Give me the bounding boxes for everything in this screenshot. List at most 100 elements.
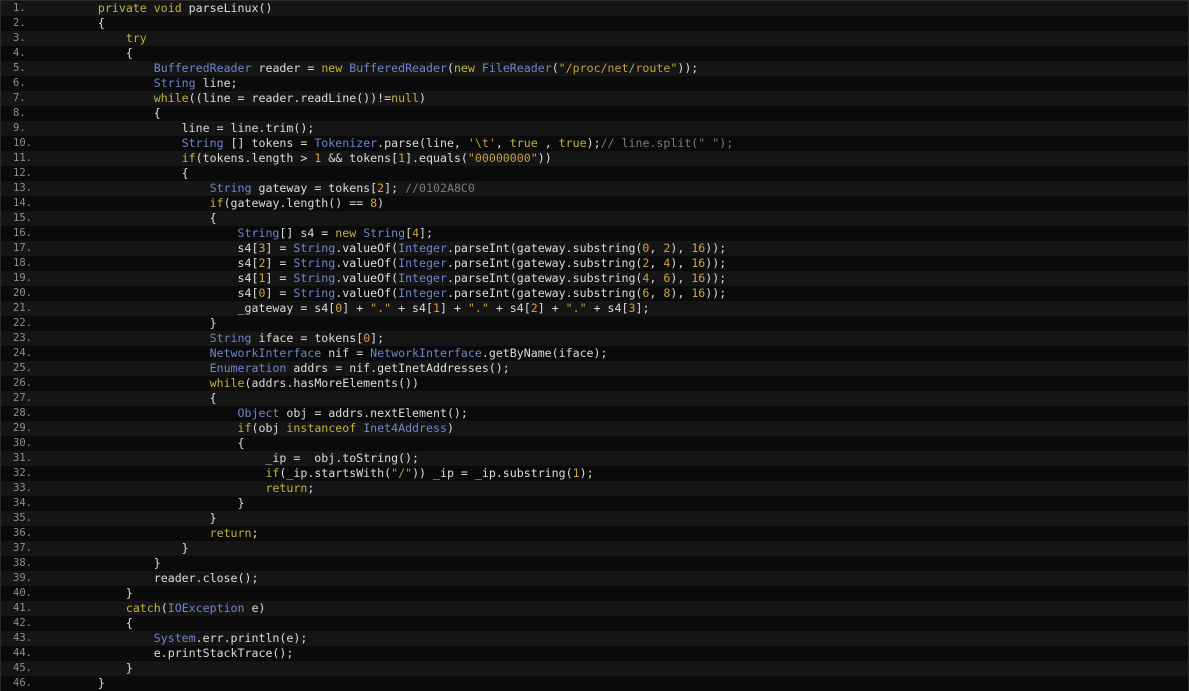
code-token: Integer	[398, 271, 447, 285]
code-line: 43 System.err.println(e);	[1, 631, 1188, 646]
code-token: 16	[691, 256, 706, 270]
code-token: IOException	[167, 601, 245, 615]
code-text: return;	[59, 481, 1188, 496]
code-text: catch(IOException e)	[59, 601, 1188, 616]
code-token: ] =	[265, 271, 294, 285]
code-token: String	[209, 331, 252, 345]
code-token: _ip = obj.toString();	[70, 451, 420, 465]
line-number: 17	[1, 241, 59, 256]
code-token: _gateway = s4[	[70, 301, 336, 315]
code-token: ));	[705, 271, 727, 285]
code-token: if	[237, 421, 252, 435]
code-token: );	[586, 136, 601, 150]
line-number: 16	[1, 226, 59, 241]
code-text: Object obj = addrs.nextElement();	[59, 406, 1188, 421]
code-token: ));	[705, 256, 727, 270]
code-text: private void parseLinux()	[59, 1, 1188, 16]
code-text: return;	[59, 526, 1188, 541]
code-token: ));	[677, 61, 699, 75]
line-number: 10	[1, 136, 59, 151]
line-number: 2	[1, 16, 59, 31]
code-token: if	[181, 151, 196, 165]
code-token: String	[237, 226, 280, 240]
line-number: 5	[1, 61, 59, 76]
code-token: gateway = tokens[	[251, 181, 378, 195]
line-number: 38	[1, 556, 59, 571]
code-line: 33 return;	[1, 481, 1188, 496]
code-token: && tokens[	[321, 151, 399, 165]
code-token: ),	[670, 286, 692, 300]
code-token: (gateway.length() ==	[223, 196, 371, 210]
line-number: 24	[1, 346, 59, 361]
code-text: _gateway = s4[0] + "." + s4[1] + "." + s…	[59, 301, 1188, 316]
line-number: 6	[1, 76, 59, 91]
code-text: try	[59, 31, 1188, 46]
code-token: "00000000"	[467, 151, 538, 165]
code-token: BufferedReader	[153, 61, 252, 75]
code-token: 16	[691, 241, 706, 255]
code-token: ].equals(	[405, 151, 468, 165]
code-token: new	[335, 226, 364, 240]
line-number: 1	[1, 1, 59, 16]
code-token: return	[265, 481, 308, 495]
code-line: 5 BufferedReader reader = new BufferedRe…	[1, 61, 1188, 76]
code-text: String iface = tokens[0];	[59, 331, 1188, 346]
code-token: catch	[125, 601, 161, 615]
code-line: 6 String line;	[1, 76, 1188, 91]
code-text: s4[3] = String.valueOf(Integer.parseInt(…	[59, 241, 1188, 256]
line-number: 46	[1, 676, 59, 691]
line-number: 9	[1, 121, 59, 136]
code-token: )	[446, 421, 454, 435]
code-token: 4	[412, 226, 420, 240]
code-token: {	[70, 166, 189, 180]
code-line: 46 }	[1, 676, 1188, 691]
code-token: ));	[705, 286, 727, 300]
code-token: true	[558, 136, 587, 150]
code-token: (	[551, 61, 559, 75]
code-token: ] +	[537, 301, 566, 315]
code-token: );	[579, 466, 594, 480]
code-viewer: 1 private void parseLinux()2 {3 try 4 {5 …	[0, 0, 1189, 691]
code-token: reader =	[251, 61, 322, 75]
line-number: 20	[1, 286, 59, 301]
code-text: }	[59, 586, 1188, 601]
code-token: ),	[670, 241, 692, 255]
code-token: {	[70, 46, 133, 60]
code-token: }	[70, 661, 133, 675]
code-token: Enumeration	[209, 361, 287, 375]
code-token: ] =	[265, 241, 294, 255]
line-number: 36	[1, 526, 59, 541]
code-line: 3 try	[1, 31, 1188, 46]
code-line: 34 }	[1, 496, 1188, 511]
code-line: 17 s4[3] = String.valueOf(Integer.parseI…	[1, 241, 1188, 256]
code-token: [] s4 =	[279, 226, 336, 240]
code-text: {	[59, 616, 1188, 631]
code-text: NetworkInterface nif = NetworkInterface.…	[59, 346, 1188, 361]
line-number: 11	[1, 151, 59, 166]
code-token: Object	[237, 406, 280, 420]
code-line: 42 {	[1, 616, 1188, 631]
code-token: .parseInt(gateway.substring(	[446, 256, 643, 270]
code-token: .parse(line,	[377, 136, 468, 150]
code-token: s4[	[70, 241, 259, 255]
code-token: ,	[537, 136, 559, 150]
code-token: try	[125, 31, 147, 45]
code-text: s4[2] = String.valueOf(Integer.parseInt(…	[59, 256, 1188, 271]
code-token: ];	[419, 226, 434, 240]
code-line: 36 return;	[1, 526, 1188, 541]
code-token: 16	[691, 286, 706, 300]
code-token: e.printStackTrace();	[70, 646, 294, 660]
code-token: }	[70, 511, 217, 525]
code-token: Inet4Address	[363, 421, 447, 435]
line-number: 27	[1, 391, 59, 406]
line-number: 30	[1, 436, 59, 451]
line-number: 32	[1, 466, 59, 481]
code-token: {	[70, 211, 217, 225]
